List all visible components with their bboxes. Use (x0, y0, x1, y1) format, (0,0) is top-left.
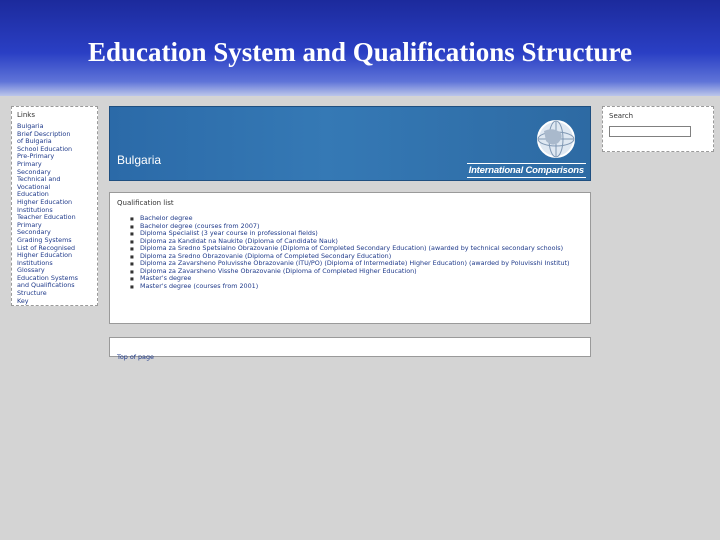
sidebar-link[interactable]: List of Recognised (17, 245, 92, 253)
links-heading: Links (17, 111, 35, 119)
sidebar-link[interactable]: and Qualifications (17, 282, 92, 290)
top-of-page-link[interactable]: Top of page (117, 353, 154, 361)
globe-icon (537, 120, 575, 158)
sidebar-link[interactable]: Structure (17, 290, 92, 298)
qualification-list-heading: Qualification list (117, 199, 174, 207)
sidebar-link[interactable]: Key (17, 298, 92, 306)
sidebar-link[interactable]: Primary (17, 222, 92, 230)
sidebar-link[interactable]: Pre-Primary (17, 153, 92, 161)
top-of-page-panel: Top of page (109, 337, 591, 361)
sidebar-link[interactable]: Bulgaria (17, 123, 92, 131)
qualification-link[interactable]: Diploma za Zavarsheno Visshe Obrazovanie… (130, 267, 583, 276)
sidebar-link[interactable]: Grading Systems (17, 237, 92, 245)
search-panel: Search (602, 106, 714, 152)
banner-brand: International Comparisons (466, 163, 586, 178)
qualification-list-panel: Qualification list Bachelor degree Bache… (109, 192, 591, 324)
sidebar-link[interactable]: Education (17, 191, 92, 199)
sidebar-link[interactable]: of Bulgaria (17, 138, 92, 146)
sidebar-link[interactable]: Vocational (17, 184, 92, 192)
links-sidebar: Links Bulgaria Brief Description of Bulg… (11, 106, 98, 306)
sidebar-link[interactable]: Institutions (17, 260, 92, 268)
links-list: Bulgaria Brief Description of Bulgaria S… (17, 123, 92, 305)
qualification-link[interactable]: Master's degree (courses from 2001) (130, 282, 583, 291)
sidebar-link[interactable]: Teacher Education (17, 214, 92, 222)
qualification-list: Bachelor degree Bachelor degree (courses… (130, 214, 583, 291)
sidebar-link[interactable]: Education Systems (17, 275, 92, 283)
sidebar-link[interactable]: Institutions (17, 207, 92, 215)
sidebar-link[interactable]: Secondary (17, 229, 92, 237)
sidebar-link[interactable]: Primary (17, 161, 92, 169)
sidebar-link[interactable]: Glossary (17, 267, 92, 275)
sidebar-link[interactable]: Secondary (17, 169, 92, 177)
sidebar-link[interactable]: Higher Education (17, 252, 92, 260)
sidebar-link[interactable]: Technical and (17, 176, 92, 184)
sidebar-link[interactable]: Higher Education (17, 199, 92, 207)
search-input[interactable] (609, 126, 691, 137)
webpage-screenshot: Links Bulgaria Brief Description of Bulg… (0, 96, 720, 540)
sidebar-link[interactable]: School Education (17, 146, 92, 154)
sidebar-link[interactable]: Brief Description (17, 131, 92, 139)
banner-country: Bulgaria (117, 153, 162, 167)
country-banner: Bulgaria International Comparisons (109, 106, 591, 181)
search-label: Search (609, 112, 634, 120)
slide-title: Education System and Qualifications Stru… (87, 37, 633, 67)
